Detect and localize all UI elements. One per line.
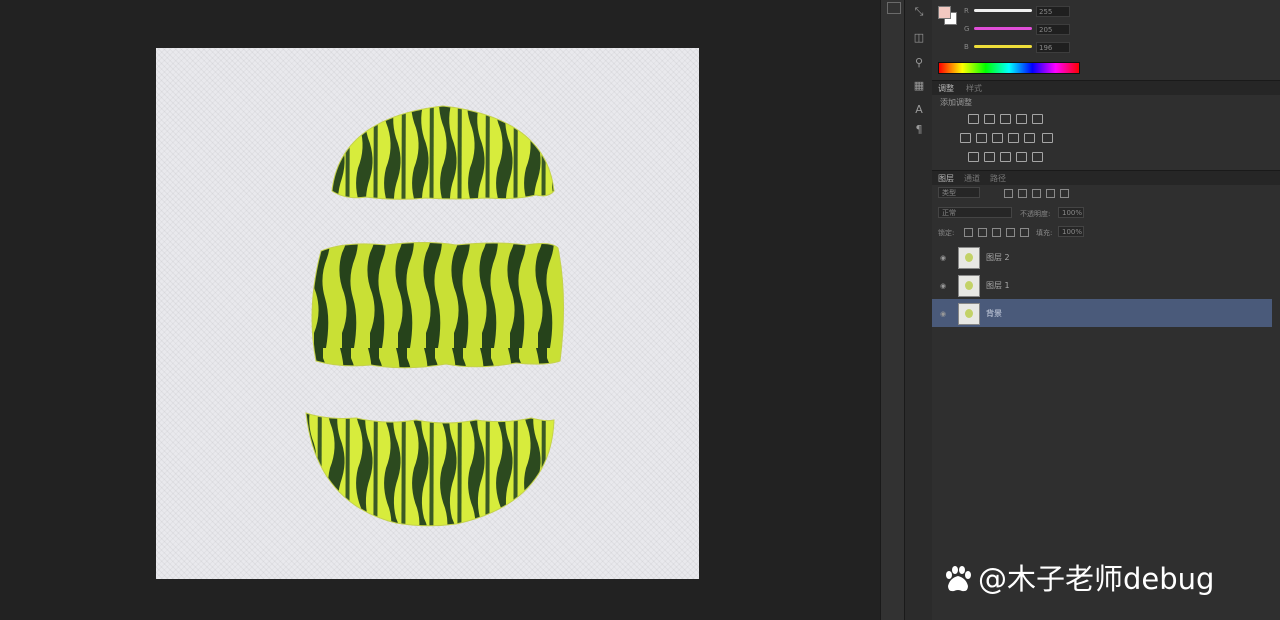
blue-slider[interactable] bbox=[974, 45, 1032, 48]
tab-layers[interactable]: 图层 bbox=[938, 173, 954, 184]
channel-mixer-icon[interactable] bbox=[1024, 133, 1035, 143]
blue-channel-label: B bbox=[964, 43, 969, 51]
eye-icon[interactable]: ◉ bbox=[940, 254, 946, 262]
layers-panel-tabs: 图层 通道 路径 bbox=[932, 170, 1280, 185]
color-balance-icon[interactable] bbox=[976, 133, 987, 143]
threshold-icon[interactable] bbox=[1000, 152, 1011, 162]
gradient-map-icon[interactable] bbox=[1016, 152, 1027, 162]
paragraph-icon[interactable]: ¶ bbox=[911, 122, 927, 138]
lock-artboard-icon[interactable] bbox=[1006, 228, 1015, 237]
tab-adjustments[interactable]: 调整 bbox=[938, 83, 954, 94]
watermark: @木子老师debug bbox=[942, 556, 1214, 598]
posterize-icon[interactable] bbox=[984, 152, 995, 162]
swatch-icon[interactable]: ▦ bbox=[911, 78, 927, 94]
filter-smart-object-icon[interactable] bbox=[1060, 189, 1069, 198]
red-channel-label: R bbox=[964, 7, 969, 15]
layer-thumbnail bbox=[958, 247, 980, 269]
layer-row[interactable]: ◉ 图层 2 bbox=[932, 243, 1272, 271]
text-icon[interactable]: A bbox=[911, 102, 927, 118]
green-channel-label: G bbox=[964, 25, 970, 33]
opacity-field[interactable]: 100% bbox=[1058, 207, 1084, 218]
curves-icon[interactable] bbox=[1000, 114, 1011, 124]
selective-color-icon[interactable] bbox=[1032, 152, 1043, 162]
layer-row-selected[interactable]: ◉ 背景 bbox=[932, 299, 1272, 327]
adjustments-panel-tabs: 调整 样式 bbox=[932, 80, 1280, 95]
layer-filter-kind-select[interactable]: 类型 bbox=[938, 187, 980, 198]
invert-icon[interactable] bbox=[968, 152, 979, 162]
melon-top-piece bbox=[331, 105, 555, 200]
red-value-field[interactable]: 255 bbox=[1036, 6, 1070, 17]
lock-image-icon[interactable] bbox=[978, 228, 987, 237]
filter-adjustment-icon[interactable] bbox=[1018, 189, 1027, 198]
hue-saturation-icon[interactable] bbox=[960, 133, 971, 143]
layer-thumbnail bbox=[958, 303, 980, 325]
document-canvas[interactable] bbox=[156, 48, 699, 579]
layer-name[interactable]: 图层 2 bbox=[986, 252, 1010, 263]
lock-label: 锁定: bbox=[938, 229, 955, 237]
watermelon-artwork bbox=[305, 105, 565, 527]
brush-icon[interactable]: ⚲ bbox=[911, 55, 927, 71]
fill-label: 填充: bbox=[1036, 229, 1053, 237]
levels-icon[interactable] bbox=[984, 114, 995, 124]
vibrance-icon[interactable] bbox=[1032, 114, 1043, 124]
history-icon[interactable]: ◫ bbox=[911, 30, 927, 46]
filter-pixel-icon[interactable] bbox=[1004, 189, 1013, 198]
collapsed-panel-dock bbox=[880, 0, 905, 620]
paw-icon bbox=[946, 566, 971, 592]
color-spectrum-ramp[interactable] bbox=[938, 62, 1080, 74]
blend-mode-select[interactable]: 正常 bbox=[938, 207, 1012, 218]
photo-filter-icon[interactable] bbox=[1008, 133, 1019, 143]
lock-all-icon[interactable] bbox=[1020, 228, 1029, 237]
eye-icon[interactable]: ◉ bbox=[940, 310, 946, 318]
exposure-icon[interactable] bbox=[1016, 114, 1027, 124]
layer-name[interactable]: 背景 bbox=[986, 308, 1002, 319]
filter-type-icon[interactable] bbox=[1032, 189, 1041, 198]
adjustments-title: 添加调整 bbox=[940, 98, 972, 107]
document-workspace[interactable] bbox=[0, 0, 880, 620]
panel-icon-strip: ⤡ ◫ ⚲ ▦ A ¶ bbox=[904, 0, 934, 620]
move-icon[interactable]: ⤡ bbox=[911, 4, 927, 20]
foreground-color-swatch[interactable] bbox=[938, 6, 951, 19]
red-slider[interactable] bbox=[974, 9, 1032, 12]
layer-thumbnail bbox=[958, 275, 980, 297]
melon-middle-piece bbox=[311, 242, 565, 369]
brightness-contrast-icon[interactable] bbox=[968, 114, 979, 124]
filter-shape-icon[interactable] bbox=[1046, 189, 1055, 198]
green-slider[interactable] bbox=[974, 27, 1032, 30]
layer-name[interactable]: 图层 1 bbox=[986, 280, 1010, 291]
black-white-icon[interactable] bbox=[992, 133, 1003, 143]
layer-row[interactable]: ◉ 图层 1 bbox=[932, 271, 1272, 299]
lock-position-icon[interactable] bbox=[992, 228, 1001, 237]
watermark-text: @木子老师debug bbox=[978, 562, 1215, 596]
eye-icon[interactable]: ◉ bbox=[940, 282, 946, 290]
panel-dock-icon[interactable] bbox=[887, 2, 901, 14]
tab-styles[interactable]: 样式 bbox=[966, 83, 982, 94]
tab-paths[interactable]: 路径 bbox=[990, 173, 1006, 184]
tab-channels[interactable]: 通道 bbox=[964, 173, 980, 184]
opacity-label: 不透明度: bbox=[1020, 210, 1051, 218]
blue-value-field[interactable]: 196 bbox=[1036, 42, 1070, 53]
melon-bottom-piece bbox=[305, 412, 555, 527]
right-panels: R 255 G 205 B 196 调整 样式 添加调整 图层 通道 路径 类型… bbox=[932, 0, 1280, 620]
lock-transparent-icon[interactable] bbox=[964, 228, 973, 237]
green-value-field[interactable]: 205 bbox=[1036, 24, 1070, 35]
fill-field[interactable]: 100% bbox=[1058, 226, 1084, 237]
color-lookup-icon[interactable] bbox=[1042, 133, 1053, 143]
